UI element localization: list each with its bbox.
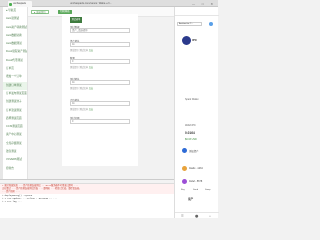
sidebar-item[interactable]: 订单页 [3,65,27,73]
console-line: > 2 err.log ... [2,200,22,204]
sidebar-item[interactable]: 订单发布测试页面 [3,90,27,98]
wallet-action-button[interactable]: Send [193,189,198,191]
console-log: ⚠ 图片新建失败 ...资产转换连接测试 ...HTTP服务器不可用或已超时 .… [0,184,174,203]
wallet-action-button[interactable]: Swap [205,189,210,191]
tab-title: unchaspads [13,2,26,5]
field4-input[interactable]: 0x [70,80,130,85]
field4-note-link[interactable]: 点击 [89,88,93,90]
field2-note-link[interactable]: 点击 [89,50,93,52]
form-card: 测试表单 测试数据 资产_请选择你 资产地址 0x 测试提示 测试文本 点击 数… [62,14,138,166]
wallet-action-button[interactable]: Buy [181,189,185,191]
wallet-row-label[interactable]: 0xabc...1234 [189,167,203,170]
sidebar-item[interactable]: Auto资产转换测试 [3,24,27,32]
wallet-row-label[interactable]: 0xdef...5678 [189,180,202,183]
network-select[interactable]: Avalanche C... [177,22,202,26]
browser-titlebar: unchaspads unchaspads.com/vance: Waba ≡ … [0,0,218,7]
sidebar-item[interactable]: Auto数据测试 [3,40,27,48]
sidebar-item[interactable]: ● 导航页 [3,7,27,15]
sidebar-item[interactable]: 创建测试池子 [3,98,27,106]
sidebar-item[interactable]: 控制台 [3,165,27,173]
sidebar-item[interactable]: VCVERS测试 [3,156,27,164]
footer-nav-icon[interactable]: ⬤ [195,214,198,218]
account-avatar-icon[interactable] [209,22,213,26]
window-controls[interactable]: — □ ✕ [192,2,216,6]
balance-label: AVAX.IPC [185,124,196,127]
devtools-console: ⚠ 图片新建失败 ...资产转换连接测试 ...HTTP服务器不可用或已超时 .… [0,179,174,218]
connect-wallet-button[interactable]: ● 连接钱包 [31,10,49,14]
sidebar-item[interactable]: 全局存储测试 [3,140,27,148]
field5-note-link[interactable]: 点击 [89,109,93,111]
wallet-footer: ☰ ⬤ ⌂ [175,212,219,218]
sidebar-item[interactable]: 质押测试页面 [3,115,27,123]
sidebar-item[interactable]: CCIS测试页面 [3,123,27,131]
page-title: unchaspads.com/vance: Waba ≡ h... [70,1,112,5]
sidebar-item[interactable]: 资产中心测试 [3,131,27,139]
wallet-panel: Avalanche C... IPC Spark Wallet AVAX.IPC… [174,7,219,218]
field3-note: 测试提示 测试文本 点击 [70,66,94,69]
wallet-header [175,7,219,16]
field5-note: 测试提示 测试文本 点击 [70,108,94,111]
footer-nav-icon[interactable]: ☰ [181,214,184,218]
field5-input[interactable]: 0x [70,101,130,106]
sidebar-item[interactable]: Fixed代币测试 [3,57,27,65]
wallet-row-icon [182,166,187,171]
form-logo: 测试表单 [70,17,82,23]
sidebar-item[interactable]: Auto数据切换 [3,32,27,40]
field2-note: 测试提示 测试文本 点击 [70,49,94,52]
balance-value: 0.0164 [185,131,195,135]
wallet-row-icon [182,148,187,153]
field2-input[interactable]: 0x [70,42,130,47]
footer-nav-icon[interactable]: ⌂ [209,214,211,218]
field4-note: 测试提示 测试文本 点击 [70,87,94,90]
field1-input[interactable]: 资产_请选择你 [70,28,130,33]
field3-note-link[interactable]: 点击 [89,67,93,69]
network-logo-icon [182,36,191,45]
sidebar-item[interactable]: Auto流测试 [3,15,27,23]
account-name: IPC [192,38,198,42]
sidebar-item[interactable]: 钱包测试 [3,148,27,156]
sidebar-item[interactable]: 订单流试测试 [3,107,27,115]
sidebar-nav: ● 导航页 Auto流测试 Auto资产转换测试 Auto数据切换 Auto数据测试 Fi… [3,7,28,179]
balance-fiat: $0.03 USD [185,138,197,141]
sidebar-item[interactable]: 创建订单测试 [3,81,27,90]
field3-input[interactable]: 0 [70,59,130,64]
sidebar-item[interactable]: 增加一个订单 [3,73,27,81]
tab-favicon-icon [9,2,12,6]
field6-input[interactable]: 0 [70,119,130,124]
wallet-subtext: Spark Wallet [185,98,199,101]
wallet-row-icon [182,179,187,184]
wallet-row-label[interactable]: 添加资产 [189,149,199,153]
assets-section-title: 资产 [188,198,194,201]
sidebar-item[interactable]: Fixed流程资产测试 [3,48,27,56]
